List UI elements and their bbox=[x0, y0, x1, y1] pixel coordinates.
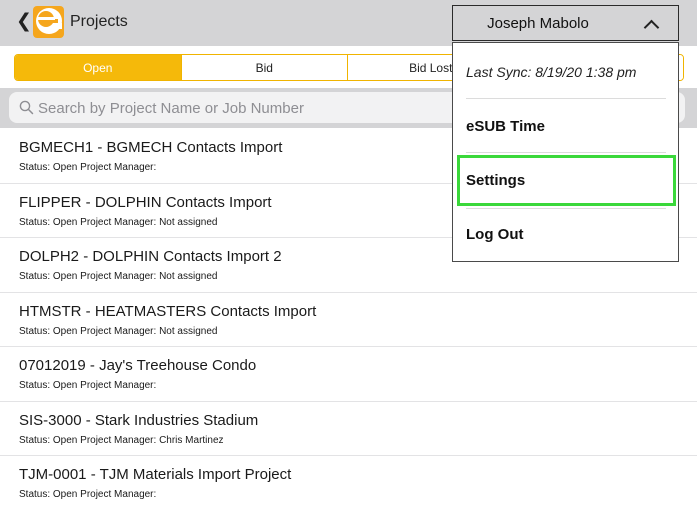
project-status: Status: Open Project Manager: Chris Mart… bbox=[19, 434, 224, 446]
tab-open[interactable]: Open bbox=[15, 55, 182, 80]
chevron-up-icon bbox=[643, 19, 660, 36]
project-status: Status: Open Project Manager: Not assign… bbox=[19, 325, 218, 337]
menu-item-log-out[interactable]: Log Out bbox=[466, 226, 523, 243]
search-icon bbox=[19, 100, 34, 115]
project-status: Status: Open Project Manager: bbox=[19, 489, 157, 500]
page-title: Projects bbox=[70, 13, 128, 30]
project-name: FLIPPER - DOLPHIN Contacts Import bbox=[19, 193, 272, 211]
user-name: Joseph Mabolo bbox=[487, 15, 589, 32]
menu-item-settings[interactable]: Settings bbox=[466, 172, 525, 189]
tab-bid[interactable]: Bid bbox=[181, 55, 348, 80]
menu-divider bbox=[466, 152, 666, 153]
project-status: Status: Open Project Manager: bbox=[19, 162, 157, 173]
project-status: Status: Open Project Manager: Not assign… bbox=[19, 271, 218, 282]
project-name: SIS-3000 - Stark Industries Stadium bbox=[19, 411, 259, 429]
top-bar: ❮ Projects Joseph Mabolo bbox=[0, 0, 697, 46]
user-dropdown-menu: Last Sync: 8/19/20 1:38 pm eSUB Time Set… bbox=[452, 42, 679, 262]
project-name: DOLPH2 - DOLPHIN Contacts Import 2 bbox=[19, 248, 282, 265]
user-menu-button[interactable]: Joseph Mabolo bbox=[452, 5, 679, 41]
search-placeholder: Search by Project Name or Job Number bbox=[38, 100, 304, 117]
menu-divider bbox=[466, 208, 666, 209]
project-row[interactable]: 07012019 - Jay's Treehouse Condo Status:… bbox=[0, 347, 697, 402]
project-row[interactable]: SIS-3000 - Stark Industries Stadium Stat… bbox=[0, 402, 697, 456]
project-name: TJM-0001 - TJM Materials Import Project bbox=[19, 466, 292, 483]
back-chevron-icon[interactable]: ❮ bbox=[16, 11, 32, 33]
project-status: Status: Open Project Manager: bbox=[19, 380, 157, 391]
project-row[interactable]: TJM-0001 - TJM Materials Import Project … bbox=[0, 456, 697, 510]
project-status: Status: Open Project Manager: Not assign… bbox=[19, 216, 218, 228]
project-name: BGMECH1 - BGMECH Contacts Import bbox=[19, 139, 283, 156]
project-name: HTMSTR - HEATMASTERS Contacts Import bbox=[19, 302, 317, 320]
project-row[interactable]: HTMSTR - HEATMASTERS Contacts Import Sta… bbox=[0, 293, 697, 347]
menu-item-esub-time[interactable]: eSUB Time bbox=[466, 118, 545, 135]
project-name: 07012019 - Jay's Treehouse Condo bbox=[19, 357, 257, 374]
esub-logo-icon[interactable] bbox=[33, 6, 64, 38]
menu-divider bbox=[466, 98, 666, 99]
last-sync-label: Last Sync: 8/19/20 1:38 pm bbox=[466, 64, 637, 80]
